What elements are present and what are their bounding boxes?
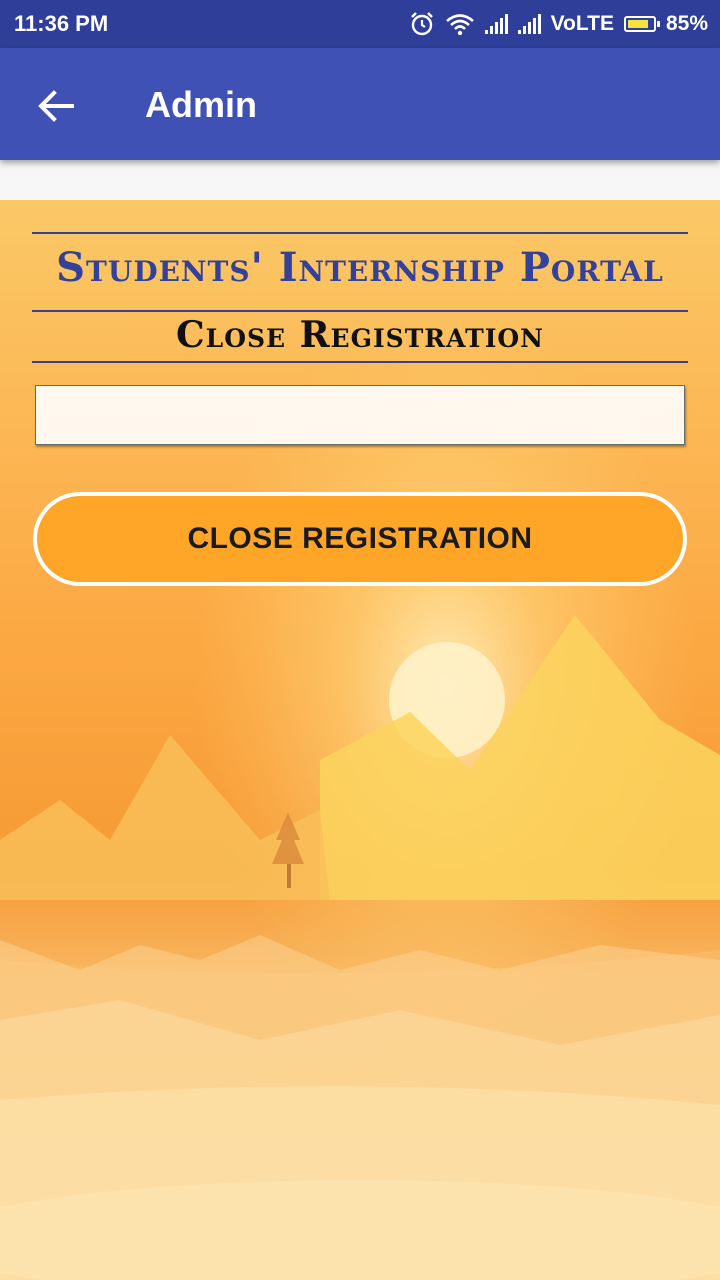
arrow-back-icon[interactable] xyxy=(34,84,78,128)
main-content: Students' Internship Portal Close Regist… xyxy=(0,200,720,1280)
status-bar: 11:36 PM VoLTE 85% xyxy=(0,0,720,48)
section-title: Close Registration xyxy=(175,314,545,356)
battery-icon xyxy=(623,16,660,32)
battery-percent: 85% xyxy=(665,12,708,35)
portal-title: Students' Internship Portal xyxy=(56,244,664,291)
wifi-icon xyxy=(445,14,474,36)
close-registration-button[interactable]: CLOSE REGISTRATION xyxy=(33,492,687,586)
divider xyxy=(32,232,688,234)
divider xyxy=(32,310,688,312)
divider xyxy=(32,361,688,363)
status-icons: VoLTE 85% xyxy=(409,10,708,38)
network-label: VoLTE xyxy=(550,12,614,35)
status-time: 11:36 PM xyxy=(14,11,109,36)
alarm-icon xyxy=(410,12,433,36)
page-title: Admin xyxy=(145,84,257,125)
registration-input[interactable] xyxy=(35,385,685,445)
app-bar: Admin xyxy=(0,48,720,160)
signal-icon xyxy=(484,14,508,34)
signal-icon xyxy=(517,14,541,34)
